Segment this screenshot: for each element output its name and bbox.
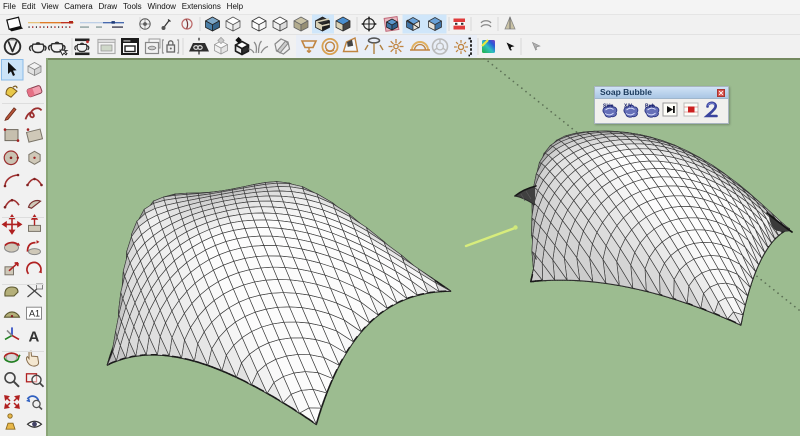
svg-text:A: A xyxy=(29,328,40,345)
svg-text:X/Y: X/Y xyxy=(624,104,633,110)
svg-text:Skin: Skin xyxy=(603,104,614,110)
svg-text:Bub: Bub xyxy=(645,104,655,110)
svg-text:A1: A1 xyxy=(29,309,40,319)
